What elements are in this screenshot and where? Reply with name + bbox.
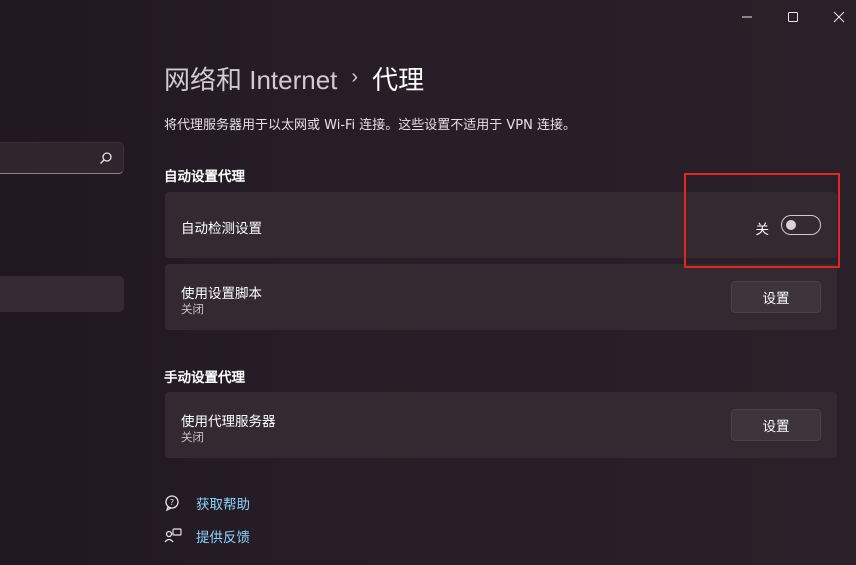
breadcrumb-separator: › — [351, 65, 359, 88]
breadcrumb-parent[interactable]: 网络和 Internet — [164, 60, 337, 97]
highlight-box — [684, 173, 840, 268]
close-icon — [833, 11, 845, 23]
give-feedback-link[interactable]: 提供反馈 — [164, 526, 250, 546]
search-icon — [100, 152, 112, 164]
page-description: 将代理服务器用于以太网或 Wi-Fi 连接。这些设置不适用于 VPN 连接。 — [164, 118, 577, 133]
breadcrumb: 网络和 Internet › 代理 — [164, 58, 424, 98]
minimize-icon — [742, 16, 752, 18]
setup-script-label: 使用设置脚本 — [181, 286, 262, 302]
auto-detect-label: 自动检测设置 — [181, 221, 262, 237]
proxy-server-button[interactable]: 设置 — [731, 409, 821, 441]
close-button[interactable] — [816, 0, 856, 34]
search-input[interactable] — [0, 142, 124, 174]
svg-text:?: ? — [170, 498, 174, 507]
sidebar-item-selected[interactable] — [0, 276, 124, 312]
setup-script-status: 关闭 — [181, 302, 204, 316]
maximize-icon — [788, 12, 798, 22]
proxy-server-card: 使用代理服务器 关闭 设置 — [165, 392, 837, 458]
page-title: 代理 — [372, 64, 425, 95]
give-feedback-label: 提供反馈 — [196, 530, 250, 546]
get-help-link[interactable]: ? 获取帮助 — [164, 493, 250, 513]
proxy-server-status: 关闭 — [181, 430, 204, 444]
get-help-label: 获取帮助 — [196, 497, 250, 513]
feedback-icon — [164, 528, 182, 543]
proxy-server-label: 使用代理服务器 — [181, 414, 276, 430]
section-title-manual-proxy: 手动设置代理 — [164, 370, 245, 386]
setup-script-button[interactable]: 设置 — [731, 281, 821, 313]
setup-script-card: 使用设置脚本 关闭 设置 — [165, 264, 837, 330]
maximize-button[interactable] — [770, 0, 816, 34]
section-title-auto-proxy: 自动设置代理 — [164, 169, 245, 185]
minimize-button[interactable] — [724, 0, 770, 34]
help-icon: ? — [165, 495, 179, 512]
